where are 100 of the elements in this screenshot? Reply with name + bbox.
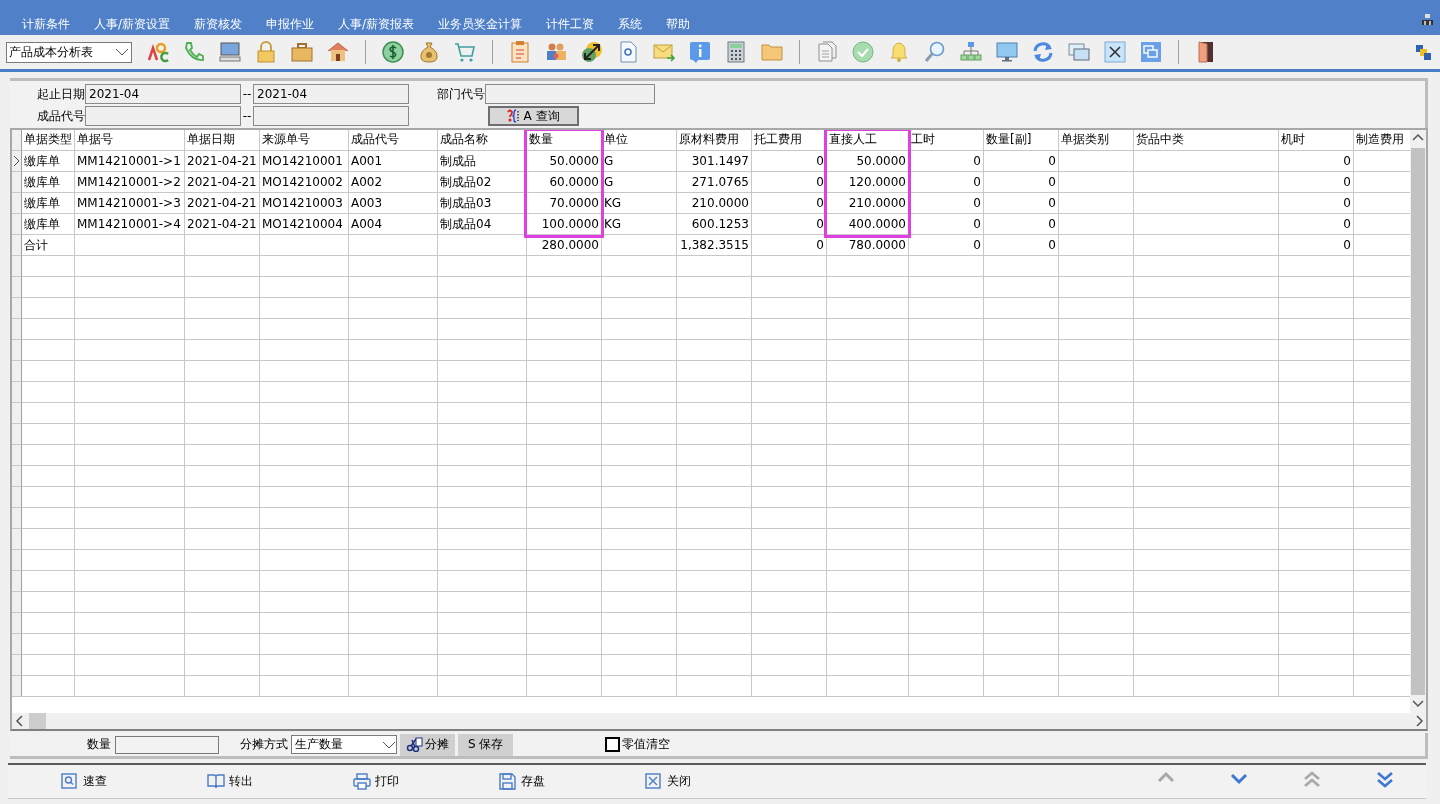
table-cell: 制成品 (438, 151, 527, 172)
table-cell: 缴库单 (22, 151, 75, 172)
date-range-label: 起止日期 (36, 85, 85, 103)
menu-item[interactable]: 申报作业 (254, 16, 327, 35)
allocate-button[interactable]: 分摊 (400, 733, 455, 756)
table-cell: MO14210002 (260, 172, 349, 193)
range-separator: -- (241, 87, 253, 101)
product-code-label: 成品代号 (36, 107, 85, 125)
table-cell: 0 (909, 172, 984, 193)
method-select[interactable]: 生产数量 (291, 735, 397, 754)
department-label: 部门代号 (436, 85, 485, 103)
column-header[interactable]: 单据类别 (1059, 130, 1134, 151)
table-cell: 0 (752, 214, 827, 235)
table-cell: 0 (1279, 151, 1354, 172)
table-cell: 制成品04 (438, 214, 527, 235)
column-header[interactable]: 单位 (602, 130, 677, 151)
table-cell: MO14210004 (260, 214, 349, 235)
table-cell: 70.0000 (527, 193, 602, 214)
table-cell: 0 (984, 151, 1059, 172)
column-header[interactable]: 单据号 (75, 130, 185, 151)
table-cell: 2021-04-21 (185, 214, 260, 235)
end-date-field[interactable]: 2021-04 (253, 84, 409, 104)
table-cell: 600.1253 (677, 214, 752, 235)
query-button[interactable]: A 查询 (488, 106, 579, 126)
menu-item[interactable]: 计件工资 (534, 16, 607, 35)
table-cell: MO14210001 (260, 151, 349, 172)
table-cell: 制成品02 (438, 172, 527, 193)
column-header[interactable]: 直接人工 (827, 130, 909, 151)
column-header[interactable]: 单据类型 (22, 130, 75, 151)
table-cell: MM14210001->1 (75, 151, 185, 172)
table-cell: A002 (349, 172, 438, 193)
toolbar-button[interactable]: 转出 (207, 773, 353, 790)
menu-item[interactable]: 帮助 (654, 16, 703, 35)
table-cell: 制成品03 (438, 193, 527, 214)
table-cell: A001 (349, 151, 438, 172)
table-cell: MO14210003 (260, 193, 349, 214)
total-cell: 0 (1279, 235, 1354, 256)
column-header[interactable]: 单据日期 (185, 130, 260, 151)
table-cell: 50.0000 (527, 151, 602, 172)
table-cell: 0 (752, 151, 827, 172)
menu-item[interactable]: 系统 (606, 16, 655, 35)
table-cell: 0 (984, 172, 1059, 193)
toolbar-button[interactable]: 关闭 (645, 773, 791, 790)
toolbar-button[interactable]: 打印 (353, 773, 499, 790)
table-cell: KG (602, 193, 677, 214)
total-cell: 1,382.3515 (677, 235, 752, 256)
table-cell: 210.0000 (827, 193, 909, 214)
column-header[interactable]: 制造费用 (1354, 130, 1412, 151)
report-select[interactable]: 产品成本分析表 (6, 41, 132, 63)
table-cell: 301.1497 (677, 151, 752, 172)
quantity-label: 数量 (87, 736, 111, 753)
column-header[interactable]: 数量[副] (984, 130, 1059, 151)
menu-item[interactable]: 计薪条件 (10, 16, 82, 35)
column-header[interactable]: 成品代号 (349, 130, 438, 151)
table-cell: MM14210001->2 (75, 172, 185, 193)
zero-clear-checkbox[interactable]: 零值清空 (605, 736, 671, 753)
column-header[interactable]: 托工费用 (752, 130, 827, 151)
column-header[interactable]: 货品中类 (1134, 130, 1279, 151)
table-cell: 120.0000 (827, 172, 909, 193)
table-cell: 400.0000 (827, 214, 909, 235)
table-cell: 0 (1279, 172, 1354, 193)
table-cell: A004 (349, 214, 438, 235)
column-header[interactable]: 成品名称 (438, 130, 527, 151)
table-cell: 2021-04-21 (185, 193, 260, 214)
table-cell: 0 (984, 214, 1059, 235)
menu-item[interactable]: 人事/薪资报表 (326, 16, 427, 35)
toolbar-button[interactable]: 存盘 (499, 773, 645, 790)
table-cell: 缴库单 (22, 193, 75, 214)
table-cell: 271.0765 (677, 172, 752, 193)
method-label: 分摊方式 (240, 736, 288, 753)
column-header[interactable]: 机时 (1279, 130, 1354, 151)
table-cell: 60.0000 (527, 172, 602, 193)
save-button[interactable]: S 保存 (458, 733, 514, 756)
table-cell: 0 (752, 193, 827, 214)
table-cell: 2021-04-21 (185, 151, 260, 172)
total-cell: 0 (909, 235, 984, 256)
table-cell: 0 (909, 214, 984, 235)
column-header[interactable]: 来源单号 (260, 130, 349, 151)
column-header[interactable]: 原材料费用 (677, 130, 752, 151)
total-cell: 0 (984, 235, 1059, 256)
table-cell: G (602, 151, 677, 172)
table-cell: 100.0000 (527, 214, 602, 235)
table-cell: 2021-04-21 (185, 172, 260, 193)
toolbar-button[interactable]: 速查 (61, 773, 207, 790)
table-cell: 210.0000 (677, 193, 752, 214)
table-cell: KG (602, 214, 677, 235)
table-cell: 0 (752, 172, 827, 193)
table-cell: A003 (349, 193, 438, 214)
table-cell: 0 (984, 193, 1059, 214)
table-cell: 0 (1279, 214, 1354, 235)
column-header[interactable]: 工时 (909, 130, 984, 151)
total-cell: 合计 (22, 235, 75, 256)
table-cell: MM14210001->4 (75, 214, 185, 235)
menu-item[interactable]: 业务员奖金计算 (426, 16, 535, 35)
table-cell: 0 (909, 151, 984, 172)
start-date-field[interactable]: 2021-04 (85, 84, 241, 104)
menu-item[interactable]: 薪资核发 (182, 16, 255, 35)
total-cell: 0 (752, 235, 827, 256)
menu-item[interactable]: 人事/薪资设置 (82, 16, 183, 35)
table-cell: 0 (909, 193, 984, 214)
